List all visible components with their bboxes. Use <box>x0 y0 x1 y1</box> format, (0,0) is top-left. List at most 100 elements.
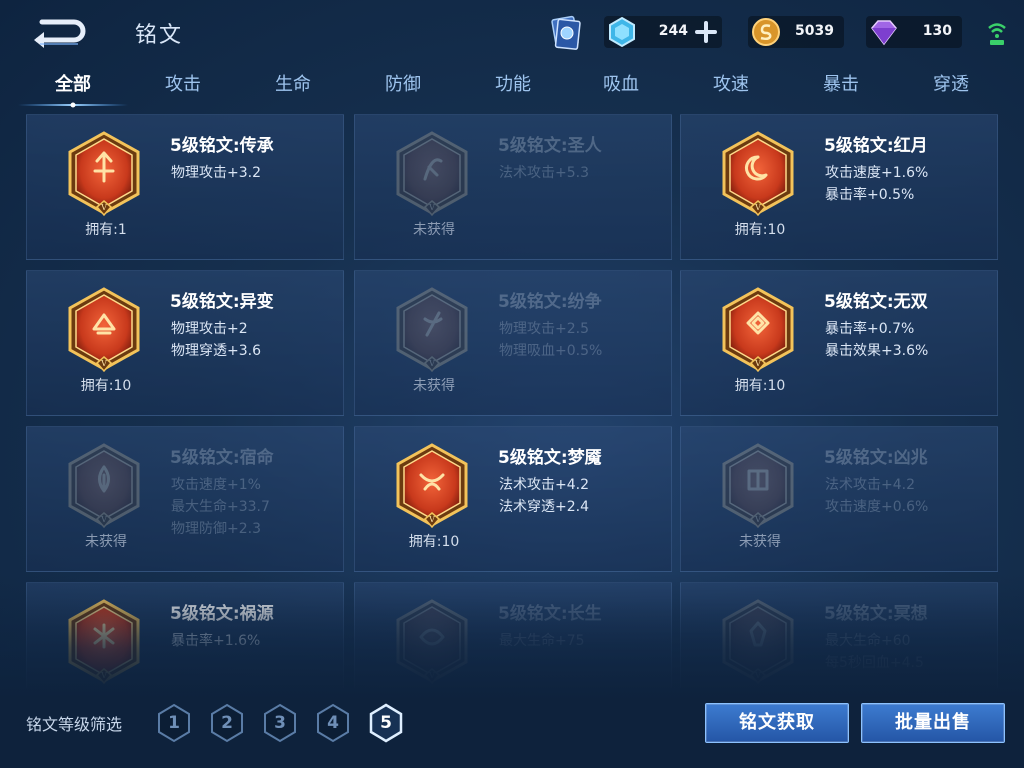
rune-grid: V 5级铭文:传承 物理攻击+3.2 拥有:1 V 5级铭文:圣人 法术攻击+5.3 未获得 V… <box>26 114 998 688</box>
rune-owned-count: 未获得 <box>413 222 455 238</box>
gold-coin-icon <box>752 18 780 46</box>
rune-name: 5级铭文:纷争 <box>498 292 602 312</box>
rune-attribute: 物理吸血+0.5% <box>499 343 603 359</box>
tab-active-indicator <box>18 102 128 108</box>
tab-critical[interactable]: 暴击 <box>786 70 896 102</box>
rune-emblem-icon: V <box>68 599 140 685</box>
tab-lifesteal[interactable]: 吸血 <box>566 70 676 102</box>
rune-owned-count: 未获得 <box>739 534 781 550</box>
plus-icon[interactable] <box>694 20 718 44</box>
rune-name: 5级铭文:圣人 <box>498 136 602 156</box>
gold-amount: 5039 <box>795 23 834 39</box>
rune-name: 5级铭文:凶兆 <box>824 448 928 468</box>
gem-icon <box>871 20 897 46</box>
tab-all[interactable]: 全部 <box>18 70 128 108</box>
rune-card[interactable]: V 5级铭文:无双 暴击率+0.7% 暴击效果+3.6% 拥有:10 <box>680 270 998 416</box>
svg-text:V: V <box>754 671 761 680</box>
svg-text:V: V <box>428 671 435 680</box>
svg-text:V: V <box>428 203 435 212</box>
rune-emblem-icon: V <box>722 443 794 529</box>
level-filter-1[interactable]: 1 <box>156 703 192 743</box>
back-arrow-icon <box>34 19 86 48</box>
rune-name: 5级铭文:长生 <box>498 604 602 624</box>
rune-emblem-icon: V <box>722 599 794 685</box>
rune-name: 5级铭文:红月 <box>824 136 928 156</box>
level-filter-4[interactable]: 4 <box>315 703 351 743</box>
tab-attack-speed[interactable]: 攻速 <box>676 70 786 102</box>
crystal-amount: 244 <box>658 23 688 39</box>
svg-text:V: V <box>428 515 435 524</box>
rune-name: 5级铭文:传承 <box>170 136 274 156</box>
rune-attribute: 法术攻击+4.2 <box>499 477 589 493</box>
rune-owned-count: 拥有:10 <box>734 378 786 394</box>
rune-attribute: 最大生命+60 <box>825 633 911 649</box>
rune-attribute: 攻击速度+0.6% <box>825 499 929 515</box>
rune-card[interactable]: V 5级铭文:冥想最大生命+60 每5秒回血+4.5 <box>680 582 998 688</box>
category-tabs: 全部 攻击 生命 防御 功能 吸血 攻速 暴击 穿透 <box>18 66 1008 108</box>
rune-attribute: 暴击效果+3.6% <box>825 343 929 359</box>
rune-name: 5级铭文:宿命 <box>170 448 274 468</box>
rune-attribute: 物理攻击+2.5 <box>499 321 589 337</box>
level-filter-label: 铭文等级筛选 <box>26 715 123 734</box>
crystal-icon <box>609 16 635 48</box>
tab-defense[interactable]: 防御 <box>348 70 458 102</box>
rune-emblem-icon: V <box>68 131 140 217</box>
rune-card[interactable]: V 5级铭文:梦魇 法术攻击+4.2 法术穿透+2.4 拥有:10 <box>354 426 672 572</box>
rune-card[interactable]: V 5级铭文:异变物理攻击+2 物理穿透+3.6 拥有:10 <box>26 270 344 416</box>
wifi-icon <box>988 23 1006 45</box>
rune-emblem-icon: V <box>68 443 140 529</box>
svg-text:V: V <box>100 359 107 368</box>
rune-attribute: 物理攻击+2 <box>171 321 248 337</box>
svg-text:V: V <box>754 515 761 524</box>
rune-owned-count: 未获得 <box>85 534 127 550</box>
bulk-sell-button[interactable]: 批量出售 <box>861 703 1005 743</box>
rune-emblem-icon: V <box>722 287 794 373</box>
rune-attribute: 最大生命+75 <box>499 633 585 649</box>
rune-attribute: 暴击率+1.6% <box>171 633 261 649</box>
page-title: 铭文 <box>135 23 184 48</box>
rune-emblem-icon: V <box>396 287 468 373</box>
rune-attribute: 法术穿透+2.4 <box>499 499 589 515</box>
svg-text:V: V <box>100 203 107 212</box>
rune-card[interactable]: V 5级铭文:红月攻击速度+1.6% 暴击率+0.5% 拥有:10 <box>680 114 998 260</box>
level-filter-3[interactable]: 3 <box>262 703 298 743</box>
rune-attribute: 物理穿透+3.6 <box>171 343 261 359</box>
tab-penetration[interactable]: 穿透 <box>896 70 1006 102</box>
rune-book-icon[interactable] <box>545 12 585 52</box>
rune-emblem-icon: V <box>722 131 794 217</box>
tab-utility[interactable]: 功能 <box>458 70 568 102</box>
rune-owned-count: 拥有:10 <box>80 378 132 394</box>
tab-health[interactable]: 生命 <box>238 70 348 102</box>
rune-card[interactable]: V 5级铭文:凶兆 法术攻击+4.2 攻击速度+0.6% 未获得 <box>680 426 998 572</box>
svg-text:V: V <box>754 359 761 368</box>
tab-attack[interactable]: 攻击 <box>128 70 238 102</box>
svg-text:V: V <box>428 359 435 368</box>
rune-card[interactable]: V 5级铭文:祸源暴击率+1.6% <box>26 582 344 688</box>
gold-currency: 5039 <box>748 16 844 48</box>
crystal-currency: 244 <box>604 16 722 48</box>
top-bar: 铭文 244 5039 130 <box>0 0 1024 62</box>
level-filter-2[interactable]: 2 <box>209 703 245 743</box>
rune-attribute: 每5秒回血+4.5 <box>825 655 924 671</box>
rune-attribute: 暴击率+0.5% <box>825 187 915 203</box>
rune-card[interactable]: V 5级铭文:长生最大生命+75 <box>354 582 672 688</box>
rune-emblem-icon: V <box>396 131 468 217</box>
obtain-rune-button[interactable]: 铭文获取 <box>705 703 849 743</box>
rune-name: 5级铭文:异变 <box>170 292 274 312</box>
rune-owned-count: 未获得 <box>413 378 455 394</box>
rune-name: 5级铭文:祸源 <box>170 604 274 624</box>
back-button[interactable] <box>28 14 88 48</box>
svg-text:V: V <box>754 203 761 212</box>
rune-attribute: 攻击速度+1.6% <box>825 165 929 181</box>
rune-card[interactable]: V 5级铭文:纷争物理攻击+2.5 物理吸血+0.5% 未获得 <box>354 270 672 416</box>
level-filter-5[interactable]: 5 <box>368 703 404 743</box>
rune-owned-count: 拥有:10 <box>734 222 786 238</box>
gem-amount: 130 <box>922 23 952 39</box>
svg-text:V: V <box>100 515 107 524</box>
rune-card[interactable]: V 5级铭文:圣人 法术攻击+5.3 未获得 <box>354 114 672 260</box>
rune-name: 5级铭文:无双 <box>824 292 928 312</box>
rune-card[interactable]: V 5级铭文:传承 物理攻击+3.2 拥有:1 <box>26 114 344 260</box>
rune-name: 5级铭文:冥想 <box>824 604 928 624</box>
rune-attribute: 最大生命+33.7 <box>171 499 270 515</box>
rune-card[interactable]: V 5级铭文:宿命 攻击速度+1% 最大生命+33.7 物理防御+2.3 未获得 <box>26 426 344 572</box>
